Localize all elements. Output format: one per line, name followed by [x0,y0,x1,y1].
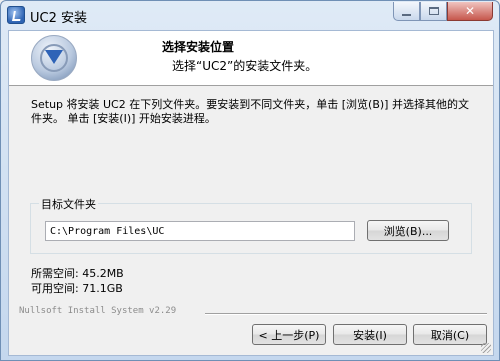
branding-divider [205,313,487,315]
intro-text: Setup 将安装 UC2 在下列文件夹。要安装到不同文件夹，单击 [浏览(B)… [31,98,469,125]
destination-folder-label: 目标文件夹 [39,196,98,212]
space-required: 所需空间: 45.2MB [31,267,124,280]
dialog-body: 选择安装位置 选择“UC2”的安装文件夹。 Setup 将安装 UC2 在下列文… [8,30,494,356]
download-arrow-icon [45,50,63,64]
space-available: 可用空间: 71.1GB [31,282,123,295]
app-icon [7,6,25,24]
page-title: 选择安装位置 [162,40,235,54]
destination-folder-group: 目标文件夹 浏览(B)... [30,196,472,254]
window-title: UC2 安装 [30,11,87,26]
installer-logo-icon [31,35,77,81]
destination-path-input[interactable] [45,221,355,241]
browse-button[interactable]: 浏览(B)... [367,220,449,241]
title-bar[interactable]: UC2 安装 ✕ [1,1,499,29]
maximize-icon [428,7,439,15]
back-button[interactable]: < 上一步(P) [252,324,326,345]
resize-grip[interactable] [481,343,491,353]
window-controls: ✕ [393,2,493,21]
close-button[interactable]: ✕ [447,2,493,21]
cancel-button[interactable]: 取消(C) [413,324,487,345]
minimize-button[interactable] [393,2,420,21]
nsis-branding: Nullsoft Install System v2.29 [19,306,177,316]
page-subtitle: 选择“UC2”的安装文件夹。 [172,59,318,73]
minimize-icon [402,13,411,16]
close-icon: ✕ [464,4,476,18]
maximize-button[interactable] [420,2,447,21]
installer-window: UC2 安装 ✕ 选择安装位置 选择“UC2”的安装文件夹。 Setup 将安装… [0,0,500,361]
page-header: 选择安装位置 选择“UC2”的安装文件夹。 [9,31,493,86]
install-button[interactable]: 安装(I) [333,324,407,345]
